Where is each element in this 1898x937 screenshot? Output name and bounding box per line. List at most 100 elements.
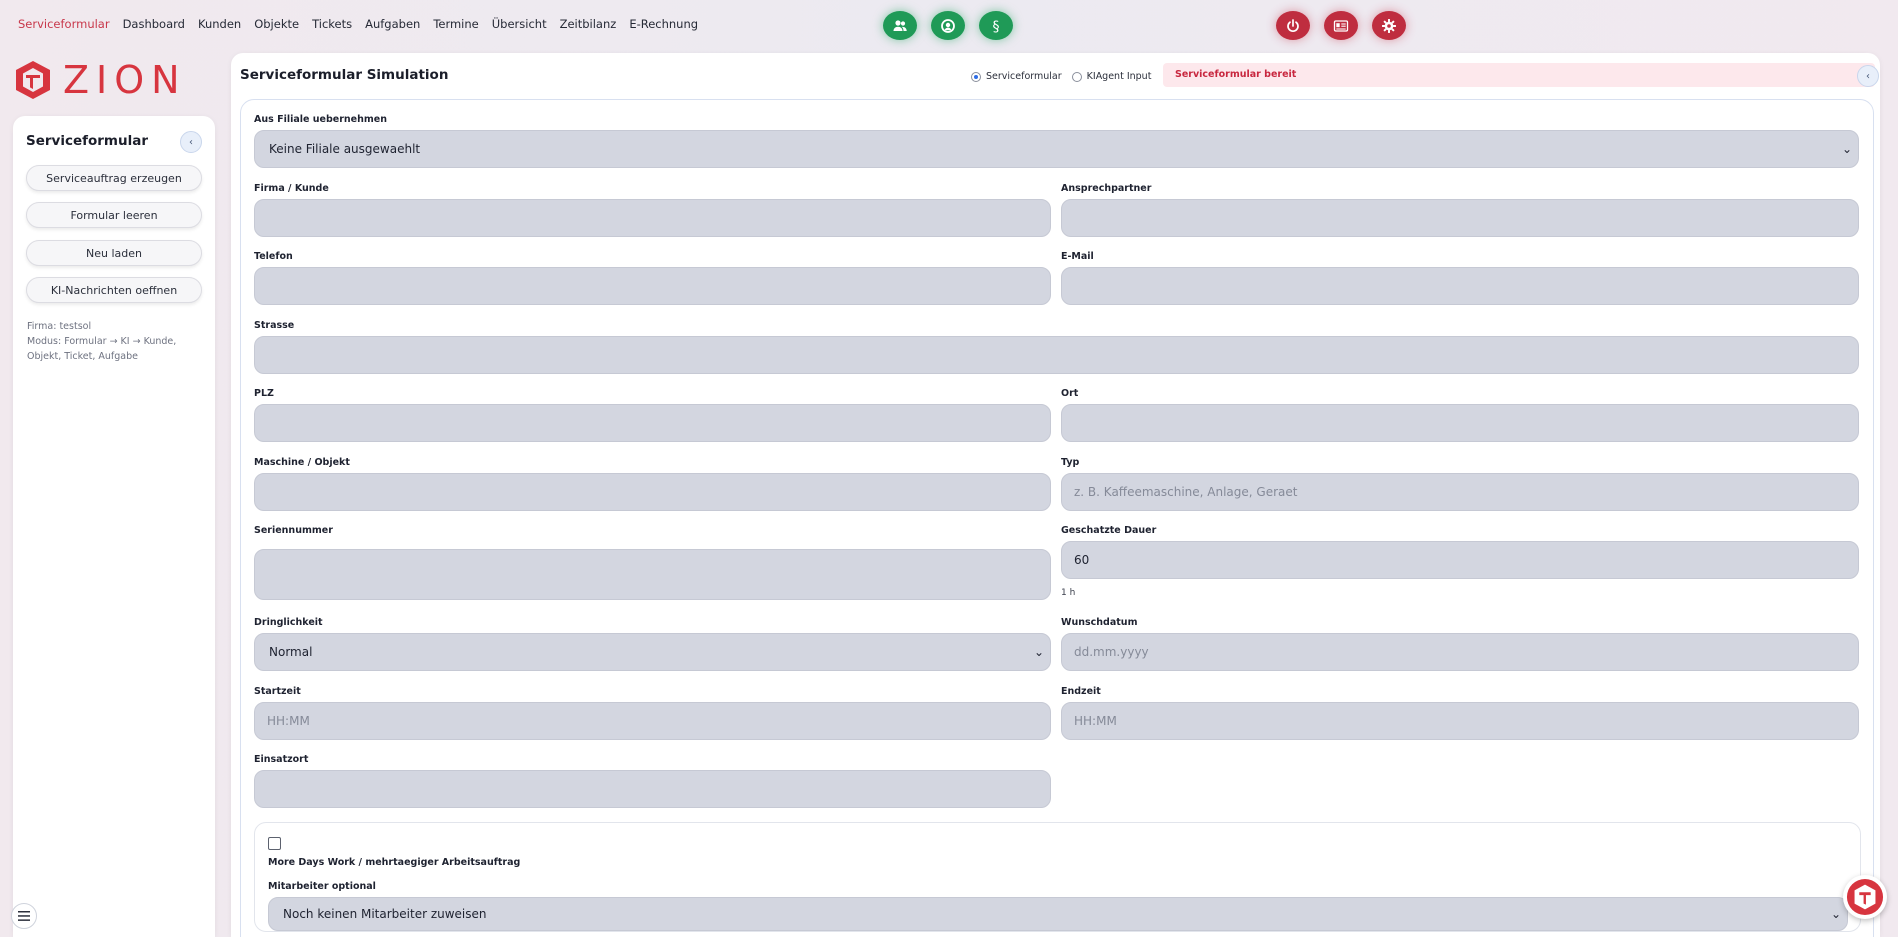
nav-tickets[interactable]: Tickets: [312, 17, 352, 31]
paragraph-icon: §: [993, 19, 1000, 34]
menu-toggle-button[interactable]: [11, 903, 37, 929]
plz-input[interactable]: [254, 404, 1051, 442]
create-service-order-button[interactable]: Serviceauftrag erzeugen: [26, 165, 202, 191]
strasse-input[interactable]: [254, 336, 1859, 374]
chevron-left-icon: ‹: [1866, 70, 1870, 82]
seriennummer-label: Seriennummer: [254, 525, 333, 536]
support-button[interactable]: [931, 11, 965, 40]
strasse-label: Strasse: [254, 320, 295, 331]
svg-text:§: §: [993, 19, 1000, 34]
firma-input[interactable]: [254, 199, 1051, 237]
status-badge: Serviceformular bereit: [1163, 63, 1875, 87]
mode-option-label: KIAgent Input: [1086, 71, 1152, 82]
sidebar-collapse-button[interactable]: ‹: [180, 131, 202, 153]
id-card-icon: [1333, 19, 1349, 32]
mode-option-label: Serviceformular: [986, 71, 1062, 82]
brand-name: ZION: [63, 58, 187, 102]
dauer-input[interactable]: 60: [1061, 541, 1859, 579]
profile-button[interactable]: [1324, 11, 1358, 40]
typ-label: Typ: [1061, 457, 1080, 468]
users-button[interactable]: [883, 11, 917, 40]
zion-logo-icon: [1846, 878, 1884, 916]
sidebar: Serviceformular ‹ Serviceauftrag erzeuge…: [13, 116, 215, 937]
chevron-left-icon: ‹: [189, 136, 193, 148]
ansprechpartner-label: Ansprechpartner: [1061, 183, 1152, 194]
brand-logo: ZION: [13, 58, 187, 102]
mode-option-serviceformular[interactable]: Serviceformular: [971, 71, 1062, 82]
dringlichkeit-select[interactable]: Normal ⌄: [254, 633, 1051, 671]
email-field[interactable]: [1061, 267, 1859, 305]
reload-button[interactable]: Neu laden: [26, 240, 202, 266]
gear-icon: [1382, 18, 1396, 33]
dringlichkeit-label: Dringlichkeit: [254, 617, 323, 628]
open-ai-messages-button[interactable]: KI-Nachrichten oeffnen: [26, 277, 202, 303]
multi-day-checkbox[interactable]: [268, 837, 281, 850]
radio-kiagent[interactable]: [1071, 71, 1082, 82]
info-modus: Modus: Formular → KI → Kunde, Objekt, Ti…: [27, 336, 177, 362]
multi-day-label: More Days Work / mehrtaegiger Arbeitsauf…: [268, 857, 521, 868]
legal-button[interactable]: §: [979, 11, 1013, 40]
email-label: E-Mail: [1061, 251, 1094, 262]
filiale-select[interactable]: Keine Filiale ausgewaehlt ⌄: [254, 130, 1859, 168]
chevron-down-icon: ⌄: [1033, 645, 1044, 659]
nav-dashboard[interactable]: Dashboard: [123, 17, 185, 31]
startzeit-input[interactable]: HH:MM: [254, 702, 1051, 740]
page-title: Serviceformular Simulation: [240, 67, 449, 83]
dringlichkeit-value: Normal: [269, 645, 313, 659]
nav-links: Serviceformular Dashboard Kunden Objekte…: [18, 17, 698, 31]
startzeit-label: Startzeit: [254, 686, 301, 697]
nav-aufgaben[interactable]: Aufgaben: [365, 17, 420, 31]
endzeit-label: Endzeit: [1061, 686, 1101, 697]
users-icon: [893, 19, 907, 31]
nav-kunden[interactable]: Kunden: [198, 17, 241, 31]
telefon-label: Telefon: [254, 251, 293, 262]
service-form: Aus Filiale uebernehmen Keine Filiale au…: [240, 99, 1874, 937]
multi-day-section: More Days Work / mehrtaegiger Arbeitsauf…: [254, 822, 1861, 932]
mitarbeiter-select[interactable]: Noch keinen Mitarbeiter zuweisen ⌄: [268, 897, 1848, 931]
telefon-input[interactable]: [254, 267, 1051, 305]
ort-input[interactable]: [1061, 404, 1859, 442]
sidebar-title: Serviceformular: [26, 133, 149, 149]
firma-label: Firma / Kunde: [254, 183, 329, 194]
nav-uebersicht[interactable]: Übersicht: [492, 17, 547, 31]
chevron-down-icon: ⌄: [1841, 142, 1852, 156]
wunschdatum-label: Wunschdatum: [1061, 617, 1138, 628]
ansprechpartner-input[interactable]: [1061, 199, 1859, 237]
mode-option-kiagent[interactable]: KIAgent Input: [1071, 71, 1152, 82]
top-navigation: Serviceformular Dashboard Kunden Objekte…: [0, 0, 1898, 50]
nav-objekte[interactable]: Objekte: [254, 17, 299, 31]
support-icon: [941, 18, 955, 33]
hamburger-icon: [18, 911, 30, 921]
radio-serviceformular[interactable]: [971, 71, 981, 82]
dauer-label: Geschatzte Dauer: [1061, 525, 1157, 536]
maschine-label: Maschine / Objekt: [254, 457, 350, 468]
dauer-hint: 1 h: [1061, 588, 1076, 598]
filiale-value: Keine Filiale ausgewaehlt: [269, 142, 421, 156]
mode-selector: Serviceformular KIAgent Input: [971, 71, 1151, 82]
nav-serviceformular[interactable]: Serviceformular: [18, 17, 110, 31]
info-firma: Firma: testsol: [27, 321, 92, 332]
power-button[interactable]: [1276, 11, 1310, 40]
wunschdatum-input[interactable]: dd.mm.yyyy: [1061, 633, 1859, 671]
einsatzort-input[interactable]: [254, 770, 1051, 808]
mitarbeiter-value: Noch keinen Mitarbeiter zuweisen: [283, 907, 487, 921]
mitarbeiter-label: Mitarbeiter optional: [268, 881, 376, 892]
nav-zeitbilanz[interactable]: Zeitbilanz: [560, 17, 617, 31]
endzeit-input[interactable]: HH:MM: [1061, 702, 1859, 740]
clear-form-button[interactable]: Formular leeren: [26, 202, 202, 228]
assistant-fab[interactable]: [1843, 875, 1887, 919]
main-collapse-button[interactable]: ‹: [1857, 65, 1879, 87]
maschine-input[interactable]: [254, 473, 1051, 511]
ort-label: Ort: [1061, 388, 1079, 399]
power-icon: [1287, 18, 1299, 32]
nav-e-rechnung[interactable]: E-Rechnung: [629, 17, 698, 31]
seriennummer-input[interactable]: [254, 549, 1051, 600]
plz-label: PLZ: [254, 388, 274, 399]
settings-button[interactable]: [1372, 11, 1406, 40]
main-panel: Serviceformular Simulation Serviceformul…: [231, 53, 1880, 937]
nav-termine[interactable]: Termine: [433, 17, 478, 31]
typ-input[interactable]: z. B. Kaffeemaschine, Anlage, Geraet: [1061, 473, 1859, 511]
sidebar-info: Firma: testsol Modus: Formular → KI → Ku…: [27, 319, 203, 364]
einsatzort-label: Einsatzort: [254, 754, 309, 765]
zion-logo-icon: [16, 61, 50, 99]
